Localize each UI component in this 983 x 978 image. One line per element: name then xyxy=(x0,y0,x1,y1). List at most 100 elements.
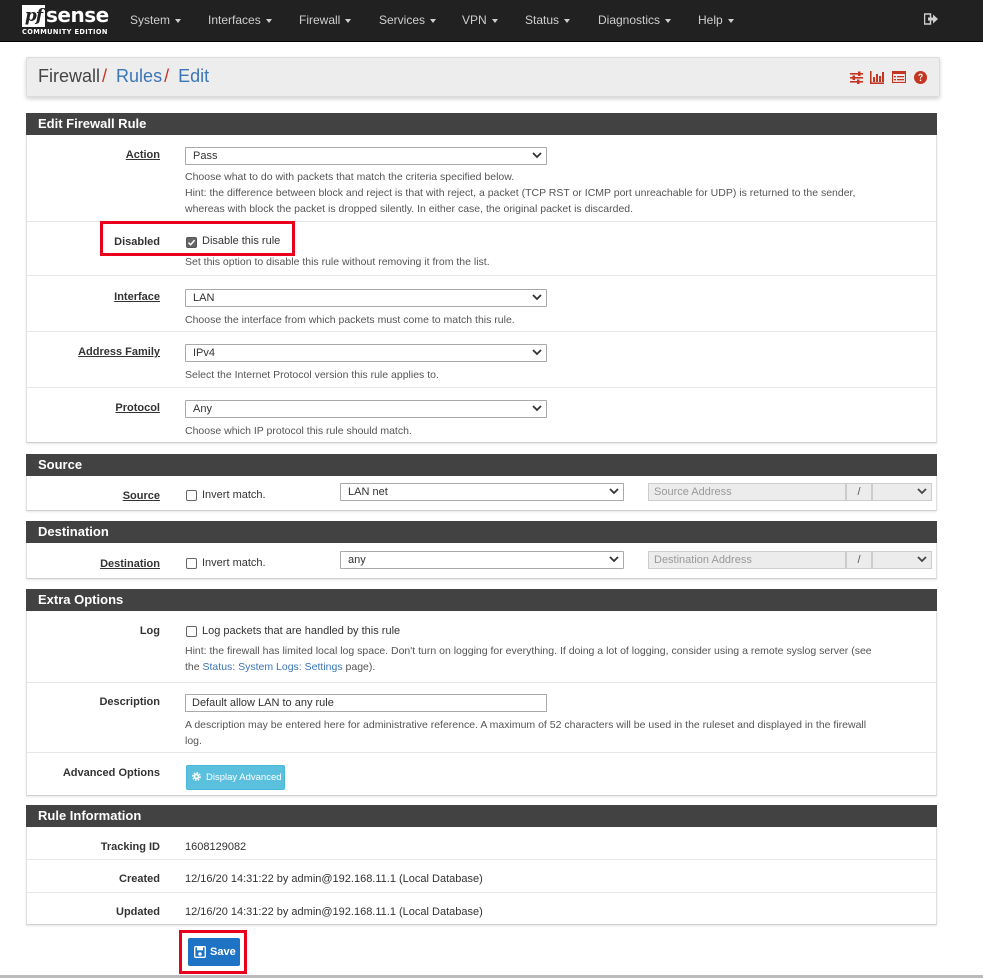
panel-rule-info-heading: Rule Information xyxy=(26,805,937,827)
panel-extra-options-heading: Extra Options xyxy=(26,589,937,611)
logo-edition: COMMUNITY EDITION xyxy=(22,28,108,36)
action-help-3: whereas with block the packet is dropped… xyxy=(185,203,634,215)
description-input[interactable]: Default allow LAN to any rule xyxy=(185,694,547,712)
row-divider xyxy=(27,682,936,683)
row-divider xyxy=(27,892,936,893)
panel-destination-heading: Destination xyxy=(26,521,937,543)
source-invert-label[interactable]: Invert match. xyxy=(202,489,266,501)
description-help-1: A description may be entered here for ad… xyxy=(185,719,867,731)
nav-diagnostics[interactable]: Diagnostics xyxy=(598,13,672,27)
destination-mask-select[interactable] xyxy=(872,551,932,569)
interface-help: Choose the interface from which packets … xyxy=(185,314,515,326)
created-label: Created xyxy=(119,873,160,885)
chevron-down-icon xyxy=(917,488,927,495)
caret-down-icon xyxy=(564,18,571,23)
protocol-label[interactable]: Protocol xyxy=(115,402,160,414)
sliders-icon[interactable] xyxy=(850,71,863,84)
caret-down-icon xyxy=(665,18,672,23)
advanced-options-label: Advanced Options xyxy=(62,767,160,779)
source-type-select[interactable]: LAN net xyxy=(340,483,624,501)
address-family-help: Select the Internet Protocol version thi… xyxy=(185,369,439,381)
caret-down-icon xyxy=(265,18,272,23)
list-icon[interactable] xyxy=(892,71,906,83)
chevron-down-icon xyxy=(917,556,927,563)
description-help-2: log. xyxy=(185,735,202,747)
chevron-down-icon xyxy=(532,349,542,356)
chevron-down-icon xyxy=(532,152,542,159)
help-circle-icon[interactable] xyxy=(914,71,927,84)
caret-down-icon xyxy=(727,18,734,23)
action-label[interactable]: Action xyxy=(126,149,160,161)
breadcrumb-firewall: Firewall xyxy=(38,66,101,86)
panel-source: Source Invert match. LAN net Source Addr… xyxy=(26,476,937,511)
row-divider xyxy=(27,752,936,753)
tracking-id-value: 1608129082 xyxy=(185,841,247,853)
action-help-2: Hint: the difference between block and r… xyxy=(185,187,856,199)
caret-down-icon xyxy=(491,18,498,23)
log-help-2: the Status: System Logs: Settings page). xyxy=(185,661,376,673)
nav-system[interactable]: System xyxy=(130,13,182,27)
chevron-down-icon xyxy=(532,405,542,412)
chevron-down-icon xyxy=(609,488,619,495)
gear-icon xyxy=(192,772,201,781)
breadcrumb-rules-link[interactable]: Rules xyxy=(116,66,162,86)
destination-type-select[interactable]: any xyxy=(340,551,624,569)
address-family-label[interactable]: Address Family xyxy=(78,346,160,358)
interface-select[interactable]: LAN xyxy=(185,289,547,307)
display-advanced-button[interactable]: Display Advanced xyxy=(186,765,285,790)
updated-value: 12/16/20 14:31:22 by admin@192.168.11.1 … xyxy=(185,906,483,918)
source-mask-select[interactable] xyxy=(872,483,932,501)
source-address-input[interactable]: Source Address xyxy=(648,483,846,501)
header-icon-group xyxy=(850,71,928,85)
row-divider xyxy=(27,275,936,276)
breadcrumb-separator: / xyxy=(102,66,108,86)
destination-slash: / xyxy=(846,551,872,569)
description-label: Description xyxy=(99,696,160,708)
caret-down-icon xyxy=(345,18,352,23)
tracking-id-label: Tracking ID xyxy=(100,841,160,853)
protocol-select[interactable]: Any xyxy=(185,400,547,418)
nav-firewall[interactable]: Firewall xyxy=(299,13,352,27)
disabled-highlight-box xyxy=(100,221,295,256)
destination-invert-label[interactable]: Invert match. xyxy=(202,557,266,569)
chevron-down-icon xyxy=(532,294,542,301)
interface-label[interactable]: Interface xyxy=(114,291,160,303)
protocol-help: Choose which IP protocol this rule shoul… xyxy=(185,425,412,437)
top-navbar: pf sense COMMUNITY EDITION System Interf… xyxy=(0,0,983,42)
logo-wordmark: sense xyxy=(46,3,109,27)
disabled-help: Set this option to disable this rule wit… xyxy=(185,256,490,268)
action-help-1: Choose what to do with packets that matc… xyxy=(185,171,515,183)
destination-invert-checkbox[interactable] xyxy=(186,558,197,569)
nav-vpn[interactable]: VPN xyxy=(462,13,498,27)
log-checkbox[interactable] xyxy=(186,626,197,637)
updated-label: Updated xyxy=(116,906,160,918)
address-family-select[interactable]: IPv4 xyxy=(185,344,547,362)
created-value: 12/16/20 14:31:22 by admin@192.168.11.1 … xyxy=(185,873,483,885)
logo-pf-mark: pf xyxy=(22,5,45,27)
pfsense-logo[interactable]: pf sense COMMUNITY EDITION xyxy=(22,3,109,38)
sign-out-icon[interactable] xyxy=(924,13,938,25)
destination-label[interactable]: Destination xyxy=(100,558,160,570)
log-label: Log xyxy=(139,625,160,637)
nav-services[interactable]: Services xyxy=(379,13,437,27)
system-logs-settings-link[interactable]: Status: System Logs: Settings xyxy=(203,661,343,673)
source-label[interactable]: Source xyxy=(123,490,160,502)
panel-destination: Destination Invert match. any Destinatio… xyxy=(26,543,937,579)
nav-status[interactable]: Status xyxy=(525,13,571,27)
nav-help[interactable]: Help xyxy=(698,13,734,27)
source-invert-checkbox[interactable] xyxy=(186,490,197,501)
action-select[interactable]: Pass xyxy=(185,147,547,165)
log-checkbox-label[interactable]: Log packets that are handled by this rul… xyxy=(202,625,400,637)
panel-edit-rule: Action Pass Choose what to do with packe… xyxy=(26,135,937,443)
panel-source-heading: Source xyxy=(26,454,937,476)
destination-address-input[interactable]: Destination Address xyxy=(648,551,846,569)
nav-interfaces[interactable]: Interfaces xyxy=(208,13,272,27)
panel-edit-rule-heading: Edit Firewall Rule xyxy=(26,113,937,135)
breadcrumb-edit-link[interactable]: Edit xyxy=(178,66,209,86)
panel-extra-options: Log Log packets that are handled by this… xyxy=(26,611,937,796)
row-divider xyxy=(27,331,936,332)
breadcrumb: Firewall / Rules / Edit xyxy=(38,66,209,87)
source-slash: / xyxy=(846,483,872,501)
bar-chart-icon[interactable] xyxy=(870,71,884,84)
log-help-1: Hint: the firewall has limited local log… xyxy=(185,645,872,657)
